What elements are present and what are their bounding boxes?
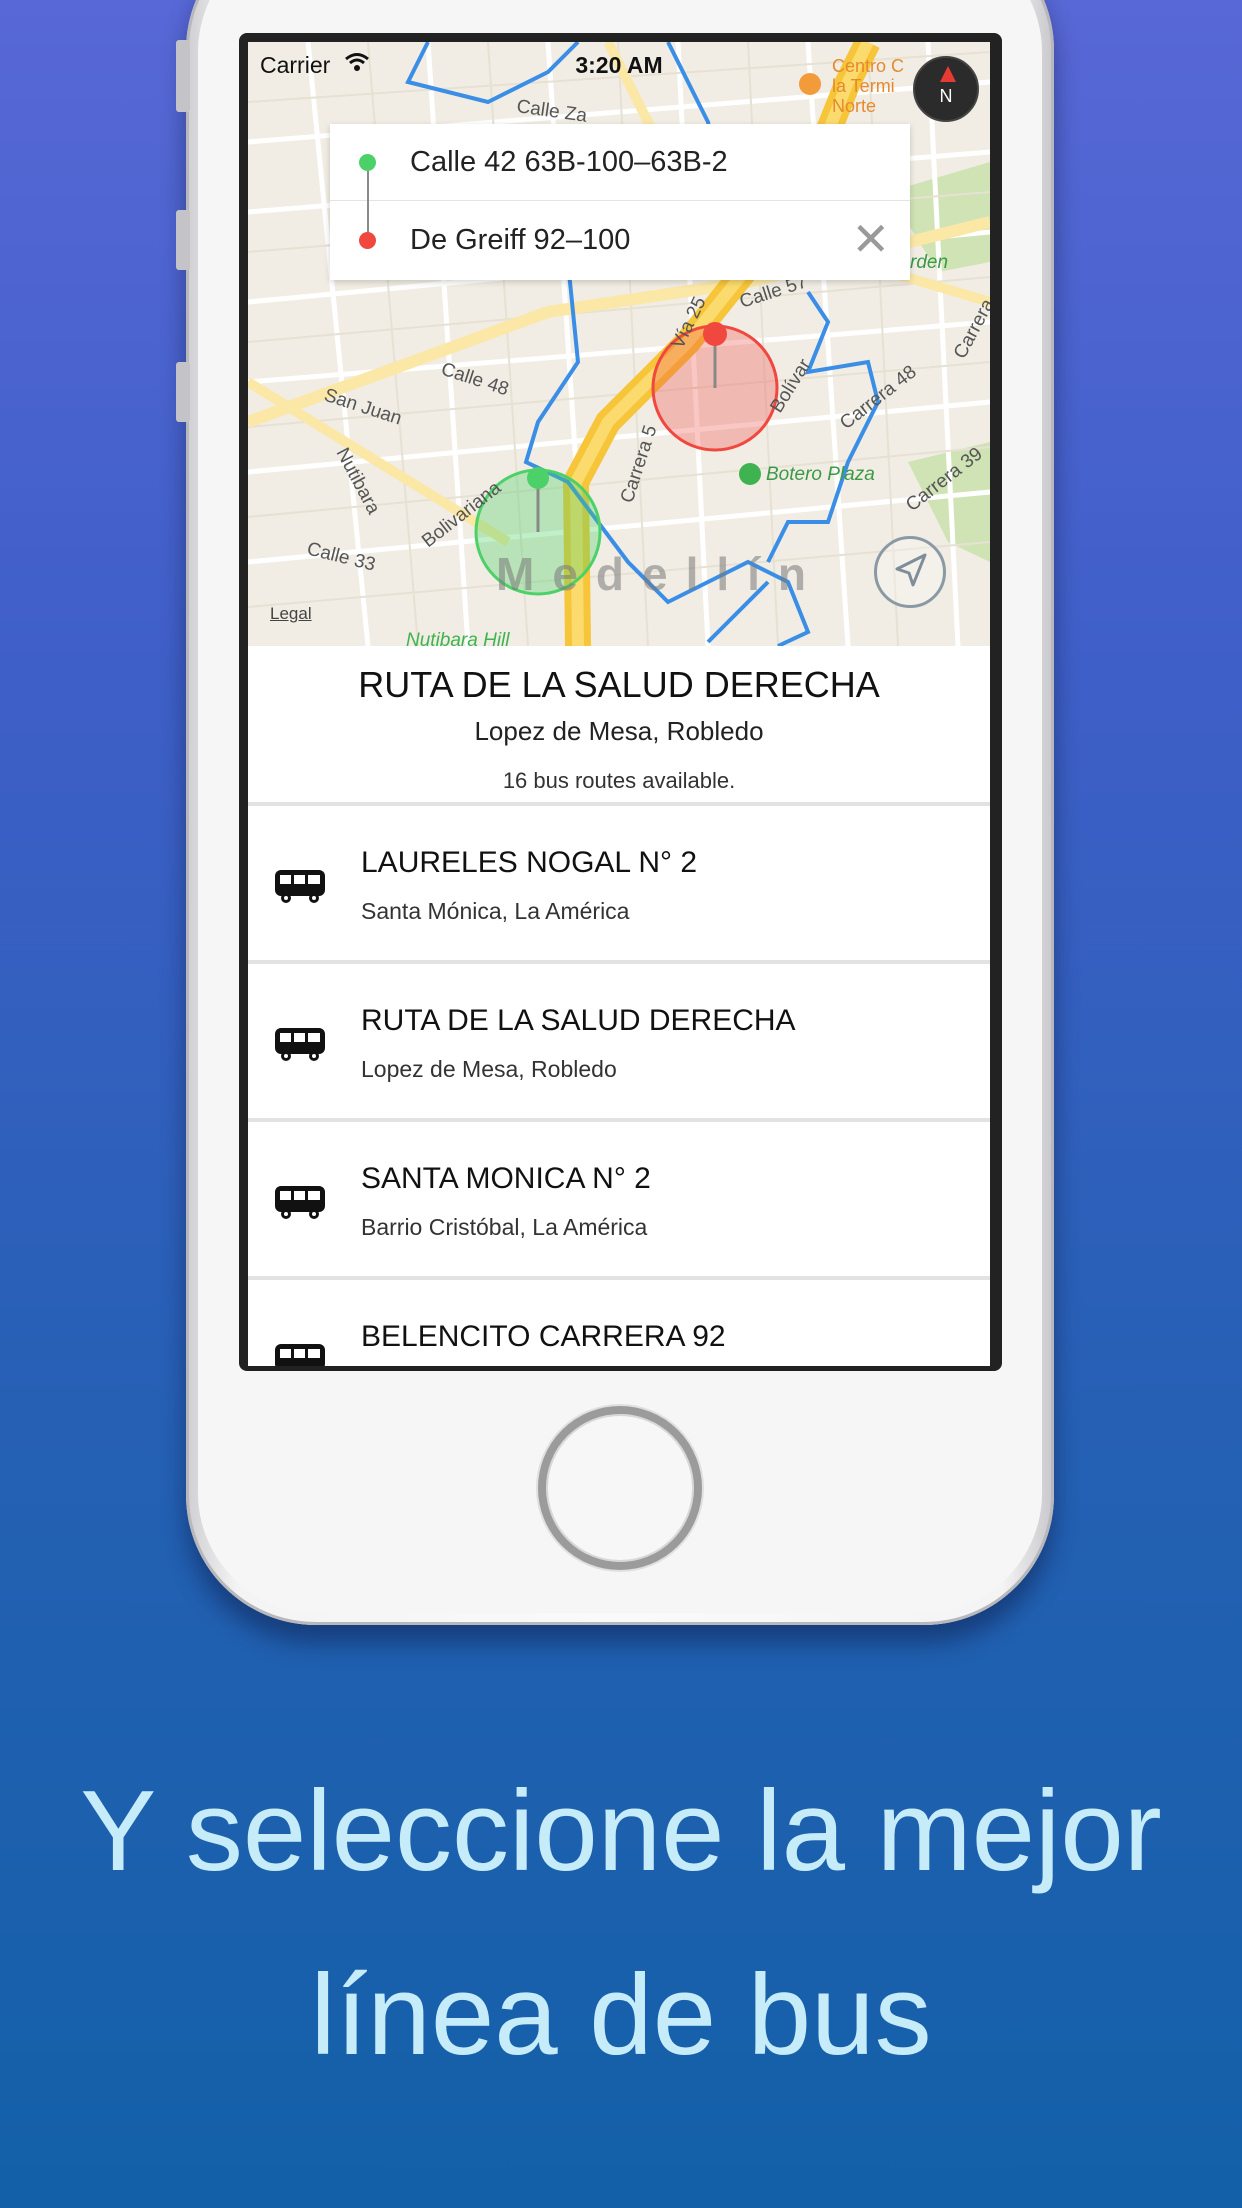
map-city-label: Medellín [496, 548, 825, 600]
origin-text: Calle 42 63B-100–63B-2 [410, 146, 728, 178]
routes-count: 16 bus routes available. [502, 768, 736, 793]
route-name: LAURELES NOGAL N° 2 [361, 846, 698, 879]
origin-dot-icon [359, 154, 376, 171]
bus-icon [275, 1028, 325, 1061]
route-name: BELENCITO CARRERA 92 [361, 1320, 726, 1353]
route-via: Santa Mónica, La América [361, 898, 630, 924]
list-item[interactable]: LAURELES NOGAL N° 2 Santa Mónica, La Amé… [248, 802, 990, 960]
bus-route-list[interactable]: LAURELES NOGAL N° 2 Santa Mónica, La Amé… [248, 802, 990, 1366]
bus-icon [275, 1344, 325, 1366]
legal-link[interactable]: Legal [270, 604, 312, 624]
route-name: SANTA MONICA N° 2 [361, 1162, 651, 1195]
current-location-button[interactable] [874, 536, 946, 608]
close-icon[interactable]: ✕ [851, 216, 890, 262]
map-label-norte: Norte [832, 96, 876, 116]
route-via: Lopez de Mesa, Robledo [361, 1056, 617, 1082]
list-item[interactable]: BELENCITO CARRERA 92 [248, 1276, 990, 1366]
home-button[interactable] [538, 1406, 702, 1570]
app-screen: Calle 48 San Juan Nutibara Calle 33 Boli… [248, 42, 990, 1366]
route-via: Barrio Cristóbal, La América [361, 1214, 648, 1240]
compass-needle-icon [940, 66, 956, 82]
destination-text: De Greiff 92–100 [410, 224, 631, 256]
selected-route-title: RUTA DE LA SALUD DERECHA [358, 664, 880, 705]
status-time: 3:20 AM [575, 52, 663, 78]
map-view[interactable]: Calle 48 San Juan Nutibara Calle 33 Boli… [248, 42, 990, 646]
route-name: RUTA DE LA SALUD DERECHA [361, 1004, 796, 1037]
map-label-rden: rden [910, 252, 948, 273]
bus-icon [275, 870, 325, 903]
caption-line-2: línea de bus [310, 1952, 932, 2079]
compass-button[interactable]: N [913, 56, 979, 122]
volume-up-button [176, 210, 190, 270]
bus-icon [275, 1186, 325, 1219]
list-item[interactable]: RUTA DE LA SALUD DERECHA Lopez de Mesa, … [248, 960, 990, 1118]
selected-route-header: RUTA DE LA SALUD DERECHA Lopez de Mesa, … [248, 646, 990, 802]
map-label-nutibara-hill: Nutibara Hill [406, 630, 510, 646]
route-search-card: Calle 42 63B-100–63B-2 De Greiff 92–100 … [330, 124, 910, 280]
destination-dot-icon [359, 232, 376, 249]
volume-down-button [176, 362, 190, 422]
compass-north-label: N [939, 86, 953, 106]
location-arrow-icon [895, 553, 927, 587]
mute-switch [176, 40, 190, 112]
map-label-botero: Botero Plaza [766, 464, 875, 485]
list-item[interactable]: SANTA MONICA N° 2 Barrio Cristóbal, La A… [248, 1118, 990, 1276]
destination-field[interactable]: De Greiff 92–100 ✕ [330, 202, 910, 279]
caption-line-1: Y seleccione la mejor [80, 1768, 1162, 1895]
selected-route-subtitle: Lopez de Mesa, Robledo [474, 716, 764, 746]
status-bar: Carrier 3:20 AM [248, 42, 990, 82]
promo-caption: Y seleccione la mejor línea de bus [0, 1740, 1242, 2108]
origin-field[interactable]: Calle 42 63B-100–63B-2 [330, 124, 910, 201]
